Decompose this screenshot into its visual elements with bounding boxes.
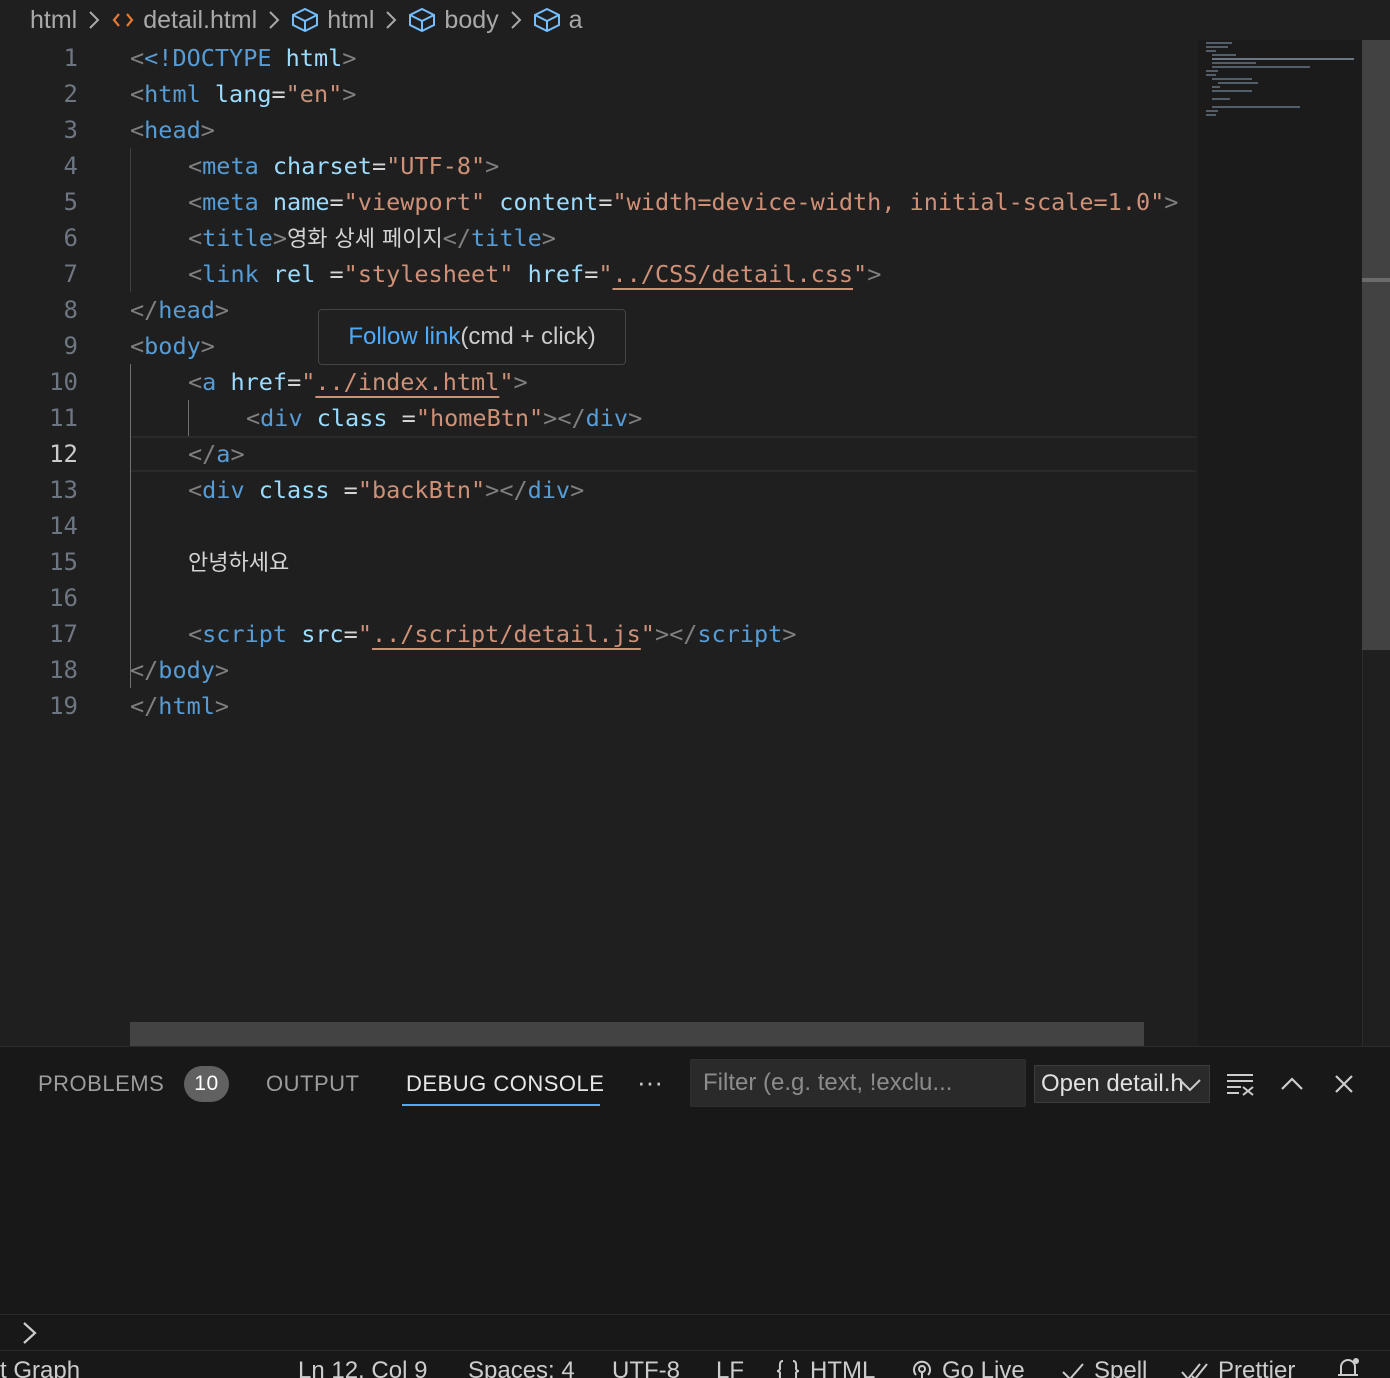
- line-number: 5: [63, 188, 78, 216]
- breadcrumb-item-folder[interactable]: html: [30, 6, 77, 35]
- debug-console-input[interactable]: [0, 1314, 1390, 1350]
- panel-tabs: PROBLEMS 10 OUTPUT DEBUG CONSOLE ··· Fil…: [0, 1047, 1390, 1121]
- line-number: 4: [63, 152, 78, 180]
- script-link[interactable]: ../script/detail.js: [372, 620, 641, 648]
- line-number: 10: [49, 368, 78, 396]
- status-spell[interactable]: Spell: [1060, 1355, 1147, 1378]
- line-number: 19: [49, 692, 78, 720]
- tab-problems[interactable]: PROBLEMS 10: [38, 1047, 229, 1121]
- line-number: 2: [63, 80, 78, 108]
- bell-icon[interactable]: [1334, 1355, 1370, 1378]
- breadcrumb-item-html[interactable]: html: [291, 6, 374, 35]
- code-editor[interactable]: 1 2 3 4 5 6 7 8 9 10 11 12 13 14 15 16 1…: [0, 40, 1390, 1046]
- chevron-right-icon: [509, 9, 523, 31]
- line-number: 16: [49, 584, 78, 612]
- line-number: 1: [63, 44, 78, 72]
- follow-link-action[interactable]: Follow link: [348, 323, 460, 351]
- code-line: <div class ="homeBtn"></div>: [246, 404, 643, 432]
- code-line: </head>: [130, 296, 230, 324]
- code-line: <script src="../script/detail.js"></scri…: [188, 620, 797, 648]
- debug-session-select[interactable]: Open detail.h: [1034, 1065, 1210, 1103]
- breadcrumb-item-body[interactable]: body: [408, 6, 499, 35]
- code-line: <a href="../index.html">: [188, 368, 528, 396]
- code-line: <link rel ="stylesheet" href="../CSS/det…: [188, 260, 882, 288]
- line-number: 17: [49, 620, 78, 648]
- minimap[interactable]: [1198, 40, 1362, 1046]
- status-eol[interactable]: LF: [716, 1355, 744, 1378]
- code-line: <<!DOCTYPE html>: [130, 44, 357, 72]
- line-number: 3: [63, 116, 78, 144]
- line-number: 7: [63, 260, 78, 288]
- prompt-chevron-icon: [20, 1319, 40, 1352]
- close-icon[interactable]: [1329, 1069, 1359, 1099]
- horizontal-scrollbar[interactable]: [130, 1022, 1144, 1046]
- code-line: <head>: [130, 116, 215, 144]
- broadcast-icon: [910, 1358, 942, 1378]
- indent-guide: [130, 148, 131, 292]
- line-number-active: 12: [49, 440, 78, 468]
- current-line-highlight: [130, 436, 1196, 472]
- line-number: 18: [49, 656, 78, 684]
- more-tabs-button[interactable]: ···: [632, 1067, 668, 1097]
- code-line: <title>영화 상세 페이지</title>: [188, 224, 556, 252]
- line-number: 6: [63, 224, 78, 252]
- double-check-icon: [1180, 1360, 1218, 1378]
- line-number: 8: [63, 296, 78, 324]
- check-icon: [1060, 1360, 1094, 1378]
- line-number: 15: [49, 548, 78, 576]
- follow-link-tooltip: Follow link (cmd + click): [318, 309, 626, 365]
- breadcrumb-item-file[interactable]: detail.html: [111, 6, 257, 35]
- scrollbar-cursor-marker: [1362, 278, 1390, 282]
- status-language[interactable]: HTML: [774, 1355, 875, 1378]
- index-link[interactable]: ../index.html: [315, 368, 499, 396]
- status-go-live[interactable]: Go Live: [910, 1355, 1025, 1378]
- line-number: 14: [49, 512, 78, 540]
- status-bar: t Graph Ln 12, Col 9 Spaces: 4 UTF-8 LF …: [0, 1350, 1390, 1378]
- chevron-right-icon: [267, 9, 281, 31]
- indent-guide-active: [130, 364, 131, 688]
- vertical-scrollbar-thumb[interactable]: [1362, 40, 1390, 650]
- status-cursor-position[interactable]: Ln 12, Col 9: [298, 1355, 427, 1378]
- chevron-up-icon[interactable]: [1277, 1069, 1307, 1099]
- line-number: 9: [63, 332, 78, 360]
- code-line: <body>: [130, 332, 215, 360]
- clear-console-icon[interactable]: [1225, 1069, 1255, 1099]
- chevron-right-icon: [384, 9, 398, 31]
- code-line: <meta name="viewport" content="width=dev…: [188, 188, 1179, 216]
- code-line: </body>: [130, 656, 230, 684]
- code-line: <div class ="backBtn"></div>: [188, 476, 585, 504]
- status-indentation[interactable]: Spaces: 4: [468, 1355, 575, 1378]
- active-tab-indicator: [402, 1104, 600, 1106]
- code-line: <meta charset="UTF-8">: [188, 152, 500, 180]
- chevron-right-icon: [87, 9, 101, 31]
- code-line: </html>: [130, 692, 230, 720]
- html-file-icon: [111, 10, 135, 30]
- line-number: 11: [49, 404, 78, 432]
- code-line: 안녕하세요: [188, 551, 290, 576]
- braces-icon: [774, 1358, 810, 1378]
- symbol-element-icon: [291, 7, 319, 33]
- tab-output[interactable]: OUTPUT: [266, 1047, 359, 1121]
- status-prettier[interactable]: Prettier: [1180, 1355, 1295, 1378]
- debug-filter-input[interactable]: Filter (e.g. text, !exclu...: [690, 1059, 1026, 1107]
- symbol-element-icon: [533, 7, 561, 33]
- status-encoding[interactable]: UTF-8: [612, 1355, 680, 1378]
- code-line-active: </a>: [188, 440, 245, 468]
- status-git-graph[interactable]: t Graph: [0, 1355, 80, 1378]
- breadcrumb: html detail.html html body a: [0, 0, 1390, 40]
- stylesheet-link[interactable]: ../CSS/detail.css: [613, 260, 854, 288]
- code-line: <html lang="en">: [130, 80, 357, 108]
- problems-count-badge: 10: [184, 1066, 229, 1102]
- indent-guide-active: [188, 400, 189, 436]
- symbol-element-icon: [408, 7, 436, 33]
- breadcrumb-item-a[interactable]: a: [533, 6, 583, 35]
- follow-link-hint: (cmd + click): [460, 323, 596, 350]
- chevron-down-icon: [1177, 1074, 1203, 1102]
- tab-debug-console[interactable]: DEBUG CONSOLE: [406, 1047, 604, 1121]
- line-number: 13: [49, 476, 78, 504]
- bottom-panel: PROBLEMS 10 OUTPUT DEBUG CONSOLE ··· Fil…: [0, 1046, 1390, 1314]
